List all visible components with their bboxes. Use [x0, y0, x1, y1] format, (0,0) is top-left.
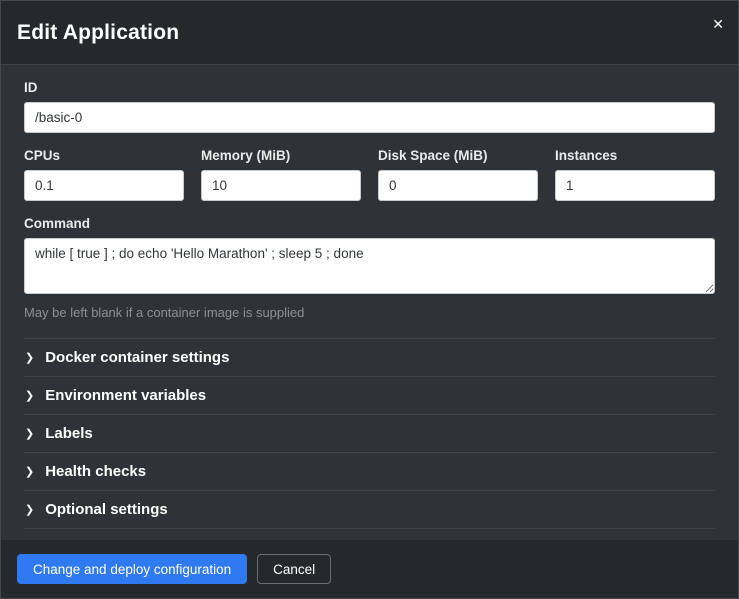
- section-labels[interactable]: ❯ Labels: [24, 414, 715, 452]
- instances-input[interactable]: [555, 170, 715, 201]
- chevron-right-icon: ❯: [25, 391, 34, 402]
- id-label: ID: [24, 80, 715, 95]
- command-label: Command: [24, 216, 715, 231]
- instances-field-group: Instances: [555, 148, 715, 201]
- cancel-button[interactable]: Cancel: [257, 554, 331, 584]
- memory-field-group: Memory (MiB): [201, 148, 361, 201]
- section-environment-variables[interactable]: ❯ Environment variables: [24, 376, 715, 414]
- cpus-label: CPUs: [24, 148, 184, 163]
- cpus-field-group: CPUs: [24, 148, 184, 201]
- id-input[interactable]: [24, 102, 715, 133]
- section-health-checks[interactable]: ❯ Health checks: [24, 452, 715, 490]
- resources-row: CPUs Memory (MiB) Disk Space (MiB) Insta…: [24, 148, 715, 201]
- chevron-right-icon: ❯: [25, 353, 34, 364]
- modal-title: Edit Application: [17, 21, 179, 45]
- disk-label: Disk Space (MiB): [378, 148, 538, 163]
- section-label: Docker container settings: [45, 349, 229, 366]
- command-textarea[interactable]: while [ true ] ; do echo 'Hello Marathon…: [24, 238, 715, 294]
- memory-input[interactable]: [201, 170, 361, 201]
- section-docker-container-settings[interactable]: ❯ Docker container settings: [24, 338, 715, 376]
- collapsible-sections: ❯ Docker container settings ❯ Environmen…: [24, 338, 715, 529]
- modal-body: ID CPUs Memory (MiB) Disk Space (MiB) In…: [1, 65, 738, 540]
- id-field-group: ID: [24, 80, 715, 133]
- edit-application-modal: Edit Application ✕ ID CPUs Memory (MiB) …: [0, 0, 739, 599]
- command-field-group: Command while [ true ] ; do echo 'Hello …: [24, 216, 715, 320]
- submit-button[interactable]: Change and deploy configuration: [17, 554, 247, 584]
- chevron-right-icon: ❯: [25, 429, 34, 440]
- chevron-right-icon: ❯: [25, 505, 34, 516]
- disk-input[interactable]: [378, 170, 538, 201]
- section-label: Labels: [45, 425, 93, 442]
- section-optional-settings[interactable]: ❯ Optional settings: [24, 490, 715, 528]
- chevron-right-icon: ❯: [25, 467, 34, 478]
- section-label: Health checks: [45, 463, 146, 480]
- modal-footer: Change and deploy configuration Cancel: [1, 540, 738, 598]
- command-help-text: May be left blank if a container image i…: [24, 305, 715, 320]
- disk-field-group: Disk Space (MiB): [378, 148, 538, 201]
- modal-header: Edit Application ✕: [1, 1, 738, 65]
- cpus-input[interactable]: [24, 170, 184, 201]
- close-icon[interactable]: ✕: [712, 17, 724, 31]
- section-label: Environment variables: [45, 387, 206, 404]
- memory-label: Memory (MiB): [201, 148, 361, 163]
- section-label: Optional settings: [45, 501, 168, 518]
- instances-label: Instances: [555, 148, 715, 163]
